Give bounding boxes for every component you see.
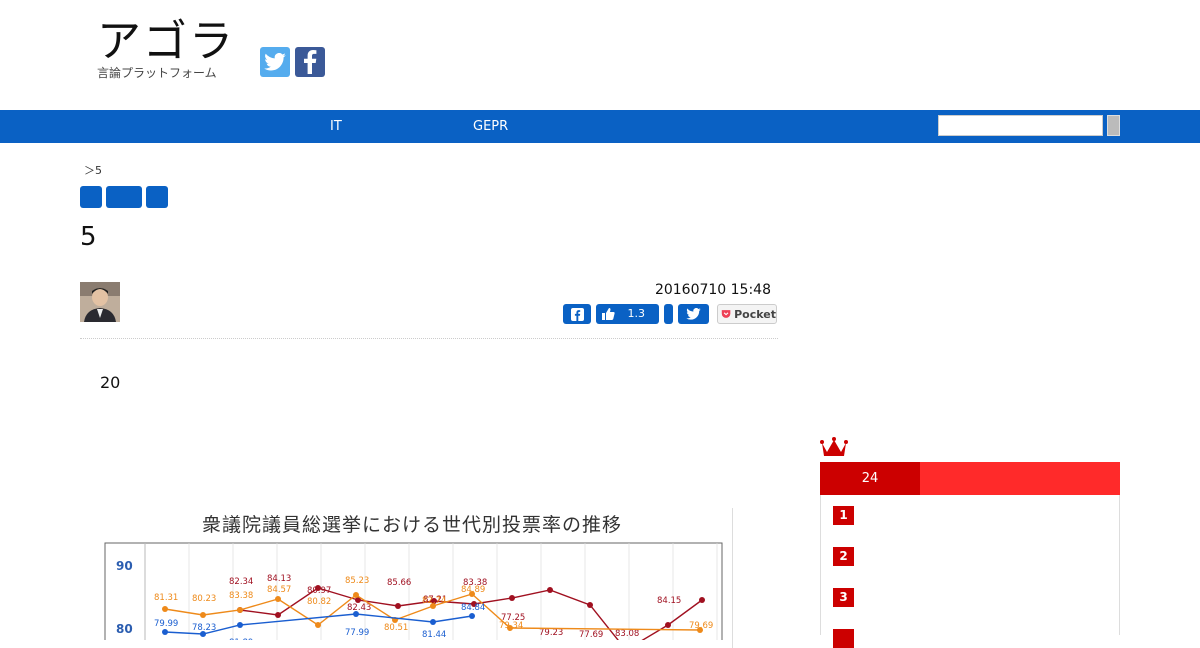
dark-red-series-point <box>547 587 553 593</box>
orange-series-point <box>237 607 243 613</box>
site-logo[interactable]: アゴラ 言論プラットフォーム <box>97 18 235 81</box>
blue-series-data-label: 81.89 <box>229 638 253 640</box>
ranking-list: 1 2 3 <box>820 495 1120 648</box>
dark-red-series-data-label: 83.08 <box>615 629 639 639</box>
blue-series-point <box>353 611 359 617</box>
search-input[interactable] <box>938 115 1103 136</box>
search-button[interactable] <box>1107 115 1120 136</box>
author-avatar[interactable] <box>80 282 120 322</box>
blue-series-data-label: 78.23 <box>192 623 216 633</box>
category-tag[interactable] <box>80 186 102 208</box>
blue-series-data-label: 84.84 <box>461 603 485 613</box>
dark-red-series-point <box>275 612 281 618</box>
dark-red-series-data-label: 84.13 <box>267 574 291 584</box>
y-tick-label: 90 <box>116 559 133 573</box>
orange-series-data-label: 84.89 <box>461 585 485 595</box>
ranking-item-1[interactable]: 1 <box>833 506 854 525</box>
ranking-item-2[interactable]: 2 <box>833 547 854 566</box>
dark-red-series-data-label: 82.34 <box>229 577 253 587</box>
orange-series-data-label: 80.82 <box>307 597 331 607</box>
facebook-icon <box>570 307 584 321</box>
dark-red-series-point <box>509 595 515 601</box>
blue-series-data-label: 79.99 <box>154 619 178 629</box>
y-tick-label: 80 <box>116 622 133 636</box>
orange-series-data-label: 80.23 <box>192 594 216 604</box>
site-header: アゴラ 言論プラットフォーム <box>0 0 1200 110</box>
category-tag[interactable] <box>106 186 142 208</box>
orange-series-data-label: 84.57 <box>267 585 291 595</box>
article-date: 20160710 15:48 <box>654 282 771 298</box>
orange-series-point <box>162 606 168 612</box>
nav-item-gepr[interactable]: GEPR <box>473 110 508 143</box>
ranking-item-3[interactable]: 3 <box>833 588 854 607</box>
article-divider <box>80 338 778 339</box>
orange-series-point <box>353 592 359 598</box>
chart-plot: 908082.34 84.1380.9782.4385.6687.2183.387… <box>104 542 723 640</box>
facebook-icon[interactable] <box>295 47 325 77</box>
orange-series-point <box>200 612 206 618</box>
orange-series-data-label: 85.23 <box>345 576 369 586</box>
blue-series-point <box>430 619 436 625</box>
dark-red-series-point <box>699 597 705 603</box>
ranking-item-4[interactable] <box>833 629 854 648</box>
category-tags <box>80 186 168 208</box>
article-image-chart: 衆議院議員総選挙における世代別投票率の推移 90 80 82.34 84.13 80.9… <box>80 500 740 640</box>
breadcrumb[interactable]: ＞5 <box>84 162 102 178</box>
logo-title: アゴラ <box>97 16 235 67</box>
like-count: 1.3 <box>627 307 646 320</box>
logo-subtitle: 言論プラットフォーム <box>97 66 217 80</box>
ranking-tab-24h[interactable]: 24 <box>820 462 920 495</box>
dark-red-series-data-label: 80.97 <box>307 586 331 596</box>
orange-series-data-label: 82.74 <box>422 596 446 606</box>
dark-red-series-data-label: 84.15 <box>657 596 681 606</box>
article-body-text: 20 <box>100 373 121 392</box>
dark-red-series-point <box>665 622 671 628</box>
crown-icon <box>820 436 848 462</box>
dark-red-series-data-label: 82.43 <box>347 603 371 613</box>
ranking-header: 24 <box>820 462 1120 495</box>
orange-series-data-label: 81.31 <box>154 593 178 603</box>
category-tag[interactable] <box>146 186 168 208</box>
article-title: 5 <box>80 222 97 252</box>
thumbs-up-icon <box>602 308 615 320</box>
social-links <box>260 47 325 77</box>
dark-red-series-data-label: 77.69 <box>579 630 603 640</box>
blue-series-point <box>237 622 243 628</box>
share-button[interactable] <box>664 304 673 324</box>
blue-series-data-label: 81.44 <box>422 630 446 640</box>
dark-red-series-point <box>587 602 593 608</box>
dark-red-series-data-label: 85.66 <box>387 578 411 588</box>
dark-red-series-point <box>395 603 401 609</box>
pocket-icon <box>721 310 731 318</box>
pocket-label: Pocket <box>734 307 776 321</box>
orange-series-data-label: 83.38 <box>229 591 253 601</box>
like-button[interactable]: 1.3 <box>596 304 659 324</box>
main-nav: IT GEPR <box>0 110 1200 143</box>
twitter-icon <box>686 308 701 320</box>
twitter-share-button[interactable] <box>678 304 709 324</box>
nav-item-it[interactable]: IT <box>330 110 342 143</box>
orange-series-point <box>315 622 321 628</box>
facebook-share-button[interactable] <box>563 304 591 324</box>
pocket-button[interactable]: Pocket <box>717 304 777 324</box>
orange-series-data-label: 80.51 <box>384 623 408 633</box>
blue-series-point <box>469 613 475 619</box>
image-border <box>732 508 733 648</box>
twitter-icon[interactable] <box>260 47 290 77</box>
orange-series-point <box>275 596 281 602</box>
